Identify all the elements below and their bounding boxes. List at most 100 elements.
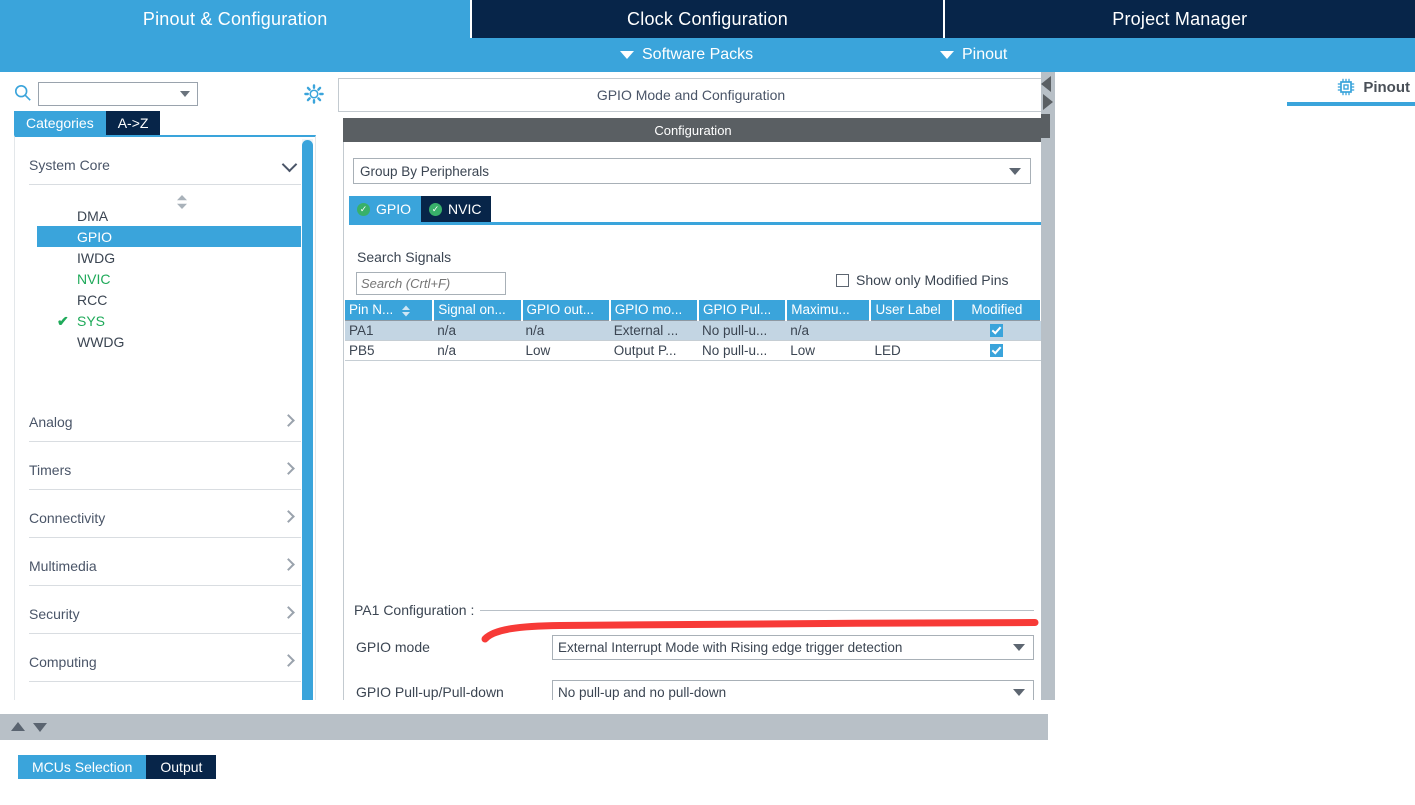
- tree-group-security[interactable]: Security: [29, 594, 301, 634]
- search-icon: [14, 84, 31, 101]
- cell-pull: No pull-u...: [698, 340, 787, 361]
- pinout-view-tab[interactable]: Pinout: [1336, 77, 1410, 97]
- cell-mode: Output P...: [609, 340, 698, 361]
- checkbox-checked-icon: [990, 344, 1004, 358]
- panel-splitter[interactable]: [1041, 72, 1055, 772]
- table-row[interactable]: PB5 n/a Low Output P... No pull-u... Low…: [345, 340, 1041, 361]
- tree-group-timers-label: Timers: [29, 461, 72, 478]
- splitter-collapse-left-icon[interactable]: [1041, 76, 1051, 92]
- workspace: Categories A->Z System Core DMA GPIO IWD…: [0, 72, 1415, 805]
- peripheral-tab-bar: ✓ GPIO ✓ NVIC: [349, 196, 492, 222]
- group-by-select[interactable]: Group By Peripherals: [353, 158, 1031, 184]
- arrow-up-icon[interactable]: [10, 720, 26, 734]
- cell-pin: PB5: [345, 340, 434, 361]
- pin-configuration-table: Pin N... Signal on... GPIO out... GPIO m…: [345, 300, 1043, 361]
- cell-modified[interactable]: [952, 340, 1041, 361]
- col-gpio-pull[interactable]: GPIO Pul...: [698, 300, 788, 321]
- tree-item-wwdg[interactable]: WWDG: [15, 331, 315, 352]
- peripheral-tree: System Core DMA GPIO IWDG NVIC RCC ✔ SYS…: [14, 135, 316, 766]
- gpio-pull-label: GPIO Pull-up/Pull-down: [356, 684, 504, 700]
- tree-group-system-core[interactable]: System Core: [29, 145, 301, 185]
- cell-signal: n/a: [433, 320, 522, 341]
- col-user-label[interactable]: User Label: [870, 300, 954, 321]
- tab-clock-configuration[interactable]: Clock Configuration: [472, 0, 945, 38]
- gpio-configuration-panel: GPIO Mode and Configuration Configuratio…: [338, 72, 1048, 783]
- sub-menu-bar: Software Packs Pinout: [0, 38, 1415, 72]
- tree-item-dma[interactable]: DMA: [15, 205, 315, 226]
- tree-item-gpio[interactable]: GPIO: [37, 226, 301, 247]
- tab-project-manager[interactable]: Project Manager: [944, 0, 1415, 38]
- tree-item-iwdg[interactable]: IWDG: [15, 247, 315, 268]
- group-by-value: Group By Peripherals: [360, 163, 490, 179]
- tab-output[interactable]: Output: [146, 755, 217, 779]
- splitter-grip[interactable]: [1041, 114, 1050, 138]
- tree-group-connectivity[interactable]: Connectivity: [29, 498, 301, 538]
- panel-title: GPIO Mode and Configuration: [338, 78, 1044, 112]
- splitter-expand-right-icon[interactable]: [1043, 94, 1053, 110]
- tab-pinout-configuration[interactable]: Pinout & Configuration: [0, 0, 473, 38]
- cell-mode: External ...: [609, 320, 698, 341]
- tree-group-analog[interactable]: Analog: [29, 402, 301, 442]
- legend-rule: [480, 609, 1034, 611]
- configuration-section-header: Configuration: [343, 118, 1043, 142]
- chevron-right-icon: [282, 606, 295, 619]
- menu-pinout[interactable]: Pinout: [940, 38, 1007, 72]
- chevron-down-icon: [620, 51, 634, 59]
- categories-search-box[interactable]: [38, 82, 198, 106]
- arrow-down-icon[interactable]: [32, 720, 48, 734]
- tree-item-nvic-label: NVIC: [77, 270, 111, 287]
- col-maximum[interactable]: Maximu...: [786, 300, 872, 321]
- tree-item-rcc-label: RCC: [77, 291, 108, 308]
- col-signal-on[interactable]: Signal on...: [433, 300, 523, 321]
- show-only-modified-pins-label: Show only Modified Pins: [856, 272, 1009, 288]
- search-signals-box[interactable]: [356, 272, 506, 295]
- menu-software-packs[interactable]: Software Packs: [620, 38, 753, 72]
- col-gpio-mode[interactable]: GPIO mo...: [609, 300, 700, 321]
- col-modified[interactable]: Modified: [952, 300, 1043, 321]
- tab-a-to-z[interactable]: A->Z: [105, 111, 161, 135]
- cell-output: Low: [521, 340, 610, 361]
- cell-modified[interactable]: [952, 320, 1041, 341]
- chevron-right-icon: [282, 558, 295, 571]
- checkbox-checked-icon: [990, 324, 1004, 338]
- tab-nvic[interactable]: ✓ NVIC: [421, 196, 492, 222]
- tab-mcus-selection[interactable]: MCUs Selection: [18, 755, 147, 779]
- chevron-down-icon: [940, 51, 954, 59]
- cell-maximum: Low: [786, 340, 871, 361]
- tree-item-rcc[interactable]: RCC: [15, 289, 315, 310]
- gpio-mode-select[interactable]: External Interrupt Mode with Rising edge…: [552, 635, 1034, 660]
- cell-user-label: LED: [870, 340, 953, 361]
- categories-search-input[interactable]: [42, 84, 170, 104]
- tree-group-timers[interactable]: Timers: [29, 450, 301, 490]
- tree-item-sys[interactable]: ✔ SYS: [15, 310, 315, 331]
- tree-group-system-core-label: System Core: [29, 156, 110, 173]
- tab-categories[interactable]: Categories: [14, 111, 106, 135]
- tree-item-nvic[interactable]: NVIC: [15, 268, 315, 289]
- bottom-scroll-arrows[interactable]: [10, 718, 58, 736]
- main-tab-bar: Pinout & Configuration Clock Configurati…: [0, 0, 1415, 38]
- tab-gpio[interactable]: ✓ GPIO: [349, 196, 422, 222]
- tree-group-computing-label: Computing: [29, 653, 97, 670]
- gpio-mode-label: GPIO mode: [356, 639, 430, 655]
- table-row[interactable]: PA1 n/a n/a External ... No pull-u... n/…: [345, 320, 1041, 341]
- tree-group-multimedia-label: Multimedia: [29, 557, 97, 574]
- pin-configuration-legend-label: PA1 Configuration :: [354, 602, 475, 618]
- configuration-section-body: Group By Peripherals ✓ GPIO ✓ NVIC Searc…: [343, 142, 1048, 783]
- tab-nvic-label: NVIC: [448, 201, 482, 217]
- gpio-mode-value: External Interrupt Mode with Rising edge…: [558, 640, 903, 655]
- show-only-modified-pins-checkbox[interactable]: Show only Modified Pins: [836, 272, 1009, 288]
- check-circle-icon: ✓: [357, 202, 370, 216]
- chevron-down-icon[interactable]: [180, 91, 190, 97]
- col-gpio-output[interactable]: GPIO out...: [521, 300, 611, 321]
- menu-software-packs-label: Software Packs: [642, 46, 754, 63]
- tree-group-computing[interactable]: Computing: [29, 642, 301, 682]
- tree-scrollbar-thumb[interactable]: [302, 140, 313, 740]
- tree-group-multimedia[interactable]: Multimedia: [29, 546, 301, 586]
- gpio-pull-value: No pull-up and no pull-down: [558, 685, 727, 700]
- gear-icon[interactable]: [303, 83, 325, 105]
- bottom-bar: MCUs Selection Output: [0, 700, 1415, 805]
- chevron-right-icon: [282, 462, 295, 475]
- peripheral-tab-underline: [349, 222, 1048, 225]
- search-signals-input[interactable]: [357, 273, 505, 294]
- col-pin-name[interactable]: Pin N...: [345, 300, 435, 321]
